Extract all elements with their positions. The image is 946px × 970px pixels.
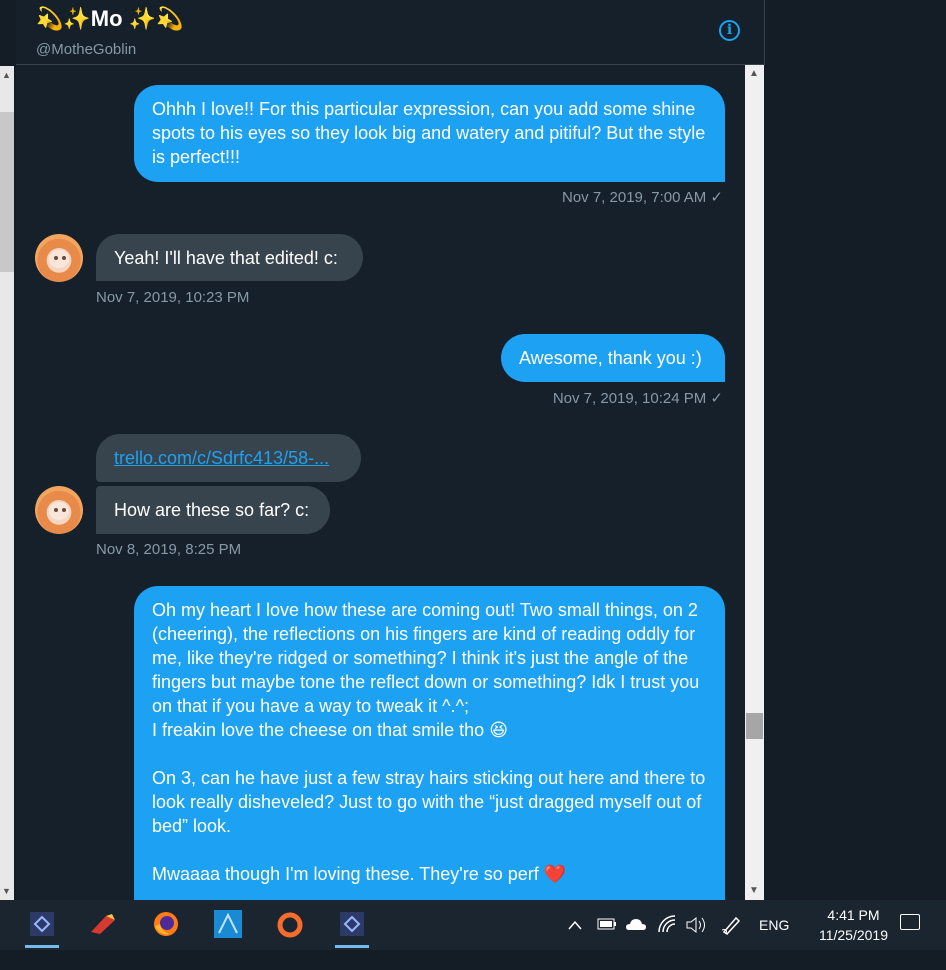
message-paragraph: Oh my heart I love how these are coming … bbox=[152, 600, 700, 716]
visual-studio-icon-2[interactable] bbox=[327, 900, 377, 948]
message-bubble-received[interactable]: Yeah! I'll have that edited! c: bbox=[96, 234, 363, 281]
conversation-scroll-thumb[interactable] bbox=[746, 713, 763, 739]
clock-time: 4:41 PM bbox=[827, 907, 880, 923]
input-language[interactable]: ENG bbox=[759, 900, 789, 950]
show-hidden-icons-chevron-icon[interactable] bbox=[567, 900, 583, 950]
message-timestamp: Nov 8, 2019, 8:25 PM bbox=[96, 541, 242, 558]
scroll-down-arrow-icon[interactable]: ▼ bbox=[2, 886, 11, 896]
scroll-up-arrow-icon[interactable]: ▲ bbox=[749, 69, 759, 79]
trello-link[interactable]: trello.com/c/Sdrfc413/58-... bbox=[114, 448, 329, 468]
contact-avatar[interactable] bbox=[35, 234, 83, 282]
conversation-scrollbar[interactable]: ▲ ▼ bbox=[745, 65, 764, 900]
message-bubble-sent-long[interactable]: Oh my heart I love how these are coming … bbox=[134, 586, 725, 900]
origin-icon[interactable] bbox=[265, 900, 315, 948]
paint-icon[interactable] bbox=[78, 900, 128, 948]
message-bubble-received[interactable]: How are these so far? c: bbox=[96, 486, 330, 534]
message-timestamp: Nov 7, 2019, 10:24 PM ✓ bbox=[552, 390, 723, 407]
visual-studio-icon[interactable] bbox=[17, 900, 67, 948]
message-paragraph: On 3, can he have just a few stray hairs… bbox=[152, 768, 706, 836]
message-list[interactable]: Ohhh I love!! For this particular expres… bbox=[16, 65, 745, 900]
firefox-icon[interactable] bbox=[141, 900, 191, 948]
message-paragraph: I freakin love the cheese on that smile … bbox=[152, 720, 508, 740]
wifi-icon[interactable] bbox=[657, 900, 677, 950]
message-paragraph: Mwaaaa though I'm loving these. They're … bbox=[152, 864, 567, 884]
onedrive-cloud-icon[interactable] bbox=[625, 900, 647, 950]
action-center-icon[interactable] bbox=[900, 914, 920, 930]
info-icon[interactable]: i bbox=[719, 20, 740, 41]
message-timestamp: Nov 7, 2019, 10:23 PM bbox=[96, 289, 250, 306]
volume-icon[interactable] bbox=[685, 900, 707, 950]
contact-name: 💫✨Mo ✨💫 bbox=[36, 6, 184, 31]
right-window-background bbox=[765, 0, 946, 900]
affinity-designer-icon[interactable] bbox=[203, 900, 253, 948]
battery-icon[interactable] bbox=[597, 900, 617, 950]
message-bubble-link[interactable]: trello.com/c/Sdrfc413/58-... bbox=[96, 434, 361, 482]
message-bubble-sent[interactable]: Ohhh I love!! For this particular expres… bbox=[134, 85, 725, 182]
message-timestamp: Nov 7, 2019, 7:00 AM ✓ bbox=[562, 189, 723, 206]
system-clock[interactable]: 4:41 PM 11/25/2019 bbox=[819, 905, 888, 945]
contact-avatar[interactable] bbox=[35, 486, 83, 534]
scroll-up-arrow-icon[interactable]: ▲ bbox=[2, 70, 11, 80]
scroll-down-arrow-icon[interactable]: ▼ bbox=[749, 886, 759, 896]
pen-workspace-icon[interactable] bbox=[720, 900, 742, 950]
contact-handle: @MotheGoblin bbox=[36, 41, 137, 58]
message-bubble-sent[interactable]: Awesome, thank you :) bbox=[501, 334, 725, 382]
left-scroll-thumb[interactable] bbox=[0, 112, 14, 272]
windows-taskbar: ENG 4:41 PM 11/25/2019 bbox=[0, 900, 946, 950]
left-scrollbar[interactable]: ▲ ▼ bbox=[0, 66, 14, 900]
conversation-header: 💫✨Mo ✨💫 @MotheGoblin i bbox=[16, 0, 765, 65]
clock-date: 11/25/2019 bbox=[818, 927, 888, 943]
